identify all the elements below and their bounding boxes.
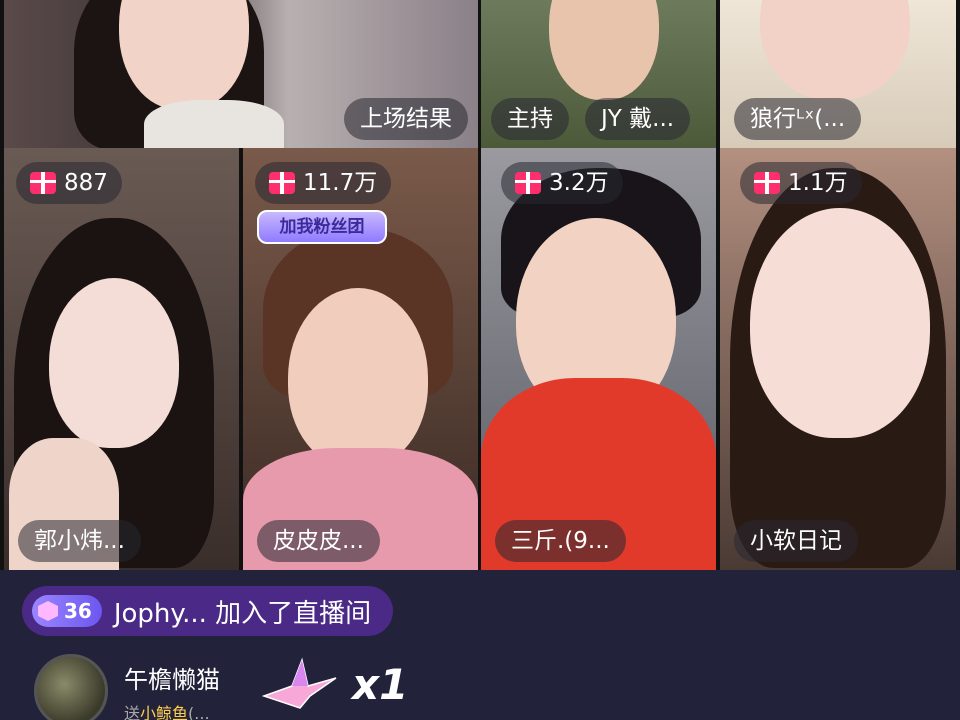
host-name-label: JY 戴... bbox=[585, 98, 691, 140]
gift-count: 3.2万 bbox=[549, 170, 609, 196]
body bbox=[144, 100, 284, 148]
streamer-name-label: 郭小炜... bbox=[18, 520, 141, 562]
avatar[interactable] bbox=[34, 654, 108, 720]
gift-count-multiplier: x1 bbox=[352, 660, 409, 709]
video-grid: 上场结果 主持 JY 戴... 狼行ᴸˣ(... 887 郭小炜... 11.7… bbox=[0, 0, 960, 570]
gift-prefix: 送 bbox=[124, 704, 141, 720]
gift-count-badge[interactable]: 3.2万 bbox=[501, 162, 623, 204]
gift-sender-name[interactable]: 午檐懒猫 bbox=[124, 660, 220, 695]
gift-count-badge[interactable]: 11.7万 bbox=[255, 162, 392, 204]
gift-name: 小鲸鱼 bbox=[140, 704, 189, 720]
streamer-name-label: 小软日记 bbox=[734, 520, 858, 562]
gift-count: 11.7万 bbox=[303, 170, 378, 196]
user-level-badge: 36 bbox=[32, 595, 102, 627]
face bbox=[760, 0, 910, 100]
gift-box-icon bbox=[269, 172, 295, 194]
gift-box-icon bbox=[30, 172, 56, 194]
host-role-label: 主持 bbox=[491, 98, 569, 140]
result-label: 上场结果 bbox=[344, 98, 468, 140]
gift-box-icon bbox=[754, 172, 780, 194]
face bbox=[549, 0, 659, 100]
video-tile-host[interactable]: 主持 JY 戴... bbox=[481, 0, 716, 148]
video-tile-1[interactable]: 887 郭小炜... bbox=[4, 148, 239, 570]
gift-message[interactable]: 午檐懒猫 送小鲸鱼(... x1 bbox=[34, 650, 454, 720]
chat-panel: 36 Jophy... 加入了直播间 午檐懒猫 送小鲸鱼(... x1 bbox=[0, 570, 960, 720]
gift-count: 887 bbox=[64, 170, 108, 196]
video-tile-top-right[interactable]: 狼行ᴸˣ(... bbox=[720, 0, 956, 148]
user-level: 36 bbox=[64, 599, 92, 623]
video-tile-3[interactable]: 3.2万 三斤.(9... bbox=[481, 148, 716, 570]
streamer-name-label: 三斤.(9... bbox=[495, 520, 626, 562]
gift-count-badge[interactable]: 887 bbox=[16, 162, 122, 204]
gift-description: 送小鲸鱼(... bbox=[124, 700, 210, 720]
video-feed bbox=[4, 148, 239, 570]
face bbox=[288, 288, 428, 468]
gift-count: 1.1万 bbox=[788, 170, 848, 196]
face bbox=[750, 208, 930, 438]
fan-club-sticker[interactable]: 加我粉丝团 bbox=[257, 210, 387, 244]
paper-crane-gift-icon bbox=[262, 657, 337, 709]
video-tile-top-wide[interactable]: 上场结果 bbox=[4, 0, 478, 148]
video-feed bbox=[481, 148, 716, 570]
video-tile-4[interactable]: 1.1万 小软日记 bbox=[720, 148, 956, 570]
streamer-name-label: 狼行ᴸˣ(... bbox=[734, 98, 862, 140]
gift-box-icon bbox=[515, 172, 541, 194]
gift-suffix: (... bbox=[188, 704, 210, 720]
level-hexagon-icon bbox=[38, 601, 58, 621]
join-notification[interactable]: 36 Jophy... 加入了直播间 bbox=[22, 586, 394, 636]
streamer-name-label: 皮皮皮... bbox=[257, 520, 380, 562]
join-message: Jophy... 加入了直播间 bbox=[113, 598, 372, 629]
face bbox=[49, 278, 179, 448]
video-feed bbox=[720, 148, 956, 570]
video-tile-2[interactable]: 11.7万 加我粉丝团 皮皮皮... bbox=[243, 148, 478, 570]
gift-count-badge[interactable]: 1.1万 bbox=[740, 162, 862, 204]
